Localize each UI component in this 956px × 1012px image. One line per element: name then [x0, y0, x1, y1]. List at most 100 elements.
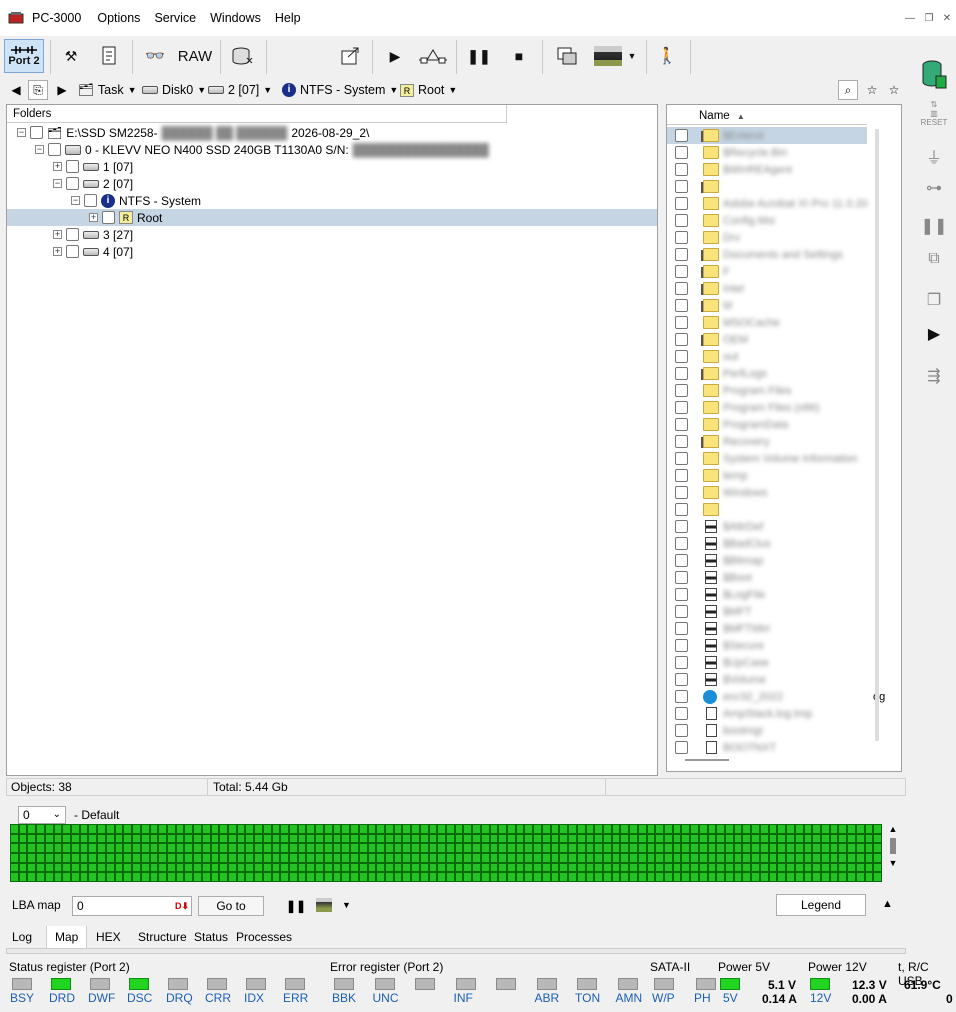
lba-block[interactable] — [412, 863, 419, 872]
lba-block[interactable] — [98, 854, 105, 862]
disk-image-icon[interactable] — [228, 39, 256, 73]
lba-block[interactable] — [516, 844, 524, 852]
file-row[interactable]: $BadClus — [667, 535, 867, 552]
port-button[interactable]: Port 2 — [4, 39, 44, 73]
file-row[interactable]: BOOTNXT — [667, 739, 867, 756]
lba-block[interactable] — [290, 863, 297, 872]
expand-icon[interactable]: + — [89, 213, 98, 222]
tab-map[interactable]: Map — [46, 926, 88, 949]
lba-block[interactable] — [447, 844, 454, 852]
lba-block[interactable] — [586, 844, 594, 852]
lba-block[interactable] — [508, 873, 515, 881]
lba-block[interactable] — [438, 873, 445, 881]
lba-block[interactable] — [874, 854, 881, 862]
lba-block[interactable] — [167, 863, 175, 872]
lba-block[interactable] — [255, 854, 262, 862]
tools-icon[interactable]: ⚒ — [58, 39, 84, 73]
lba-block[interactable] — [473, 834, 480, 843]
lba-block[interactable] — [167, 825, 175, 833]
lba-block[interactable] — [351, 873, 358, 881]
lba-block[interactable] — [830, 834, 838, 843]
lba-block[interactable] — [80, 825, 88, 833]
lba-block[interactable] — [359, 834, 367, 843]
menu-help[interactable]: Help — [275, 11, 301, 25]
lba-block[interactable] — [708, 863, 716, 872]
file-checkbox[interactable] — [675, 724, 688, 737]
lba-block[interactable] — [246, 854, 254, 862]
lba-block[interactable] — [630, 834, 637, 843]
file-checkbox[interactable] — [675, 248, 688, 261]
lba-block[interactable] — [98, 863, 105, 872]
lba-block[interactable] — [481, 844, 489, 852]
lba-block[interactable] — [795, 834, 803, 843]
lba-block[interactable] — [255, 834, 262, 843]
lba-block[interactable] — [551, 854, 559, 862]
lba-block[interactable] — [743, 854, 751, 862]
lba-block[interactable] — [542, 844, 550, 852]
lba-block[interactable] — [185, 834, 193, 843]
lba-block[interactable] — [11, 873, 18, 881]
file-row[interactable]: Program Files — [667, 382, 867, 399]
lba-block[interactable] — [630, 863, 637, 872]
tab-log[interactable]: Log — [12, 930, 32, 944]
lba-block[interactable] — [699, 863, 707, 872]
lba-block[interactable] — [499, 854, 507, 862]
lba-block[interactable] — [255, 844, 262, 852]
lba-block[interactable] — [324, 873, 332, 881]
lba-block[interactable] — [865, 825, 873, 833]
lba-block[interactable] — [630, 854, 637, 862]
lba-block[interactable] — [830, 873, 838, 881]
file-row[interactable]: AmpStack.log.tmp — [667, 705, 867, 722]
lba-block[interactable] — [237, 844, 245, 852]
lba-block[interactable] — [551, 873, 559, 881]
lba-block[interactable] — [612, 844, 620, 852]
file-checkbox[interactable] — [675, 316, 688, 329]
lba-block[interactable] — [647, 854, 655, 862]
lba-block[interactable] — [150, 854, 158, 862]
lba-block[interactable] — [89, 863, 97, 872]
lba-block[interactable] — [159, 863, 166, 872]
lba-block[interactable] — [159, 844, 166, 852]
lba-block[interactable] — [133, 873, 140, 881]
lba-block[interactable] — [560, 844, 568, 852]
lba-block[interactable] — [856, 863, 864, 872]
lba-block[interactable] — [429, 844, 437, 852]
lba-block[interactable] — [612, 873, 620, 881]
lba-block[interactable] — [595, 863, 602, 872]
lba-block[interactable] — [385, 863, 393, 872]
lba-block[interactable] — [856, 854, 864, 862]
lba-block[interactable] — [586, 825, 594, 833]
lba-block[interactable] — [394, 834, 402, 843]
lba-block[interactable] — [37, 854, 44, 862]
lba-block[interactable] — [839, 844, 847, 852]
lba-block[interactable] — [508, 825, 515, 833]
lba-block[interactable] — [848, 834, 855, 843]
tree-node-partition-2[interactable]: − 2 [07] — [53, 175, 133, 192]
lba-block[interactable] — [359, 863, 367, 872]
tree-checkbox[interactable] — [30, 126, 43, 139]
lba-block[interactable] — [830, 825, 838, 833]
file-row[interactable]: Config.Msi — [667, 212, 867, 229]
lba-block[interactable] — [89, 825, 97, 833]
lba-block[interactable] — [455, 854, 463, 862]
lba-block[interactable] — [237, 863, 245, 872]
file-checkbox[interactable] — [675, 299, 688, 312]
file-row[interactable]: $Volume — [667, 671, 867, 688]
file-row[interactable]: Program Files (x86) — [667, 399, 867, 416]
lba-block[interactable] — [508, 854, 515, 862]
lba-block[interactable] — [603, 863, 611, 872]
lba-block[interactable] — [525, 873, 533, 881]
lba-block[interactable] — [194, 834, 201, 843]
lba-block[interactable] — [106, 834, 114, 843]
lba-block[interactable] — [734, 834, 742, 843]
lba-block[interactable] — [665, 854, 672, 862]
restore-button[interactable]: ❐ — [922, 12, 936, 24]
lba-block[interactable] — [333, 873, 341, 881]
lba-block[interactable] — [124, 825, 132, 833]
lba-block[interactable] — [237, 825, 245, 833]
lba-block[interactable] — [333, 825, 341, 833]
lba-block[interactable] — [804, 863, 812, 872]
lba-block[interactable] — [176, 863, 184, 872]
file-row[interactable]: $AttrDef — [667, 518, 867, 535]
file-checkbox[interactable] — [675, 690, 688, 703]
